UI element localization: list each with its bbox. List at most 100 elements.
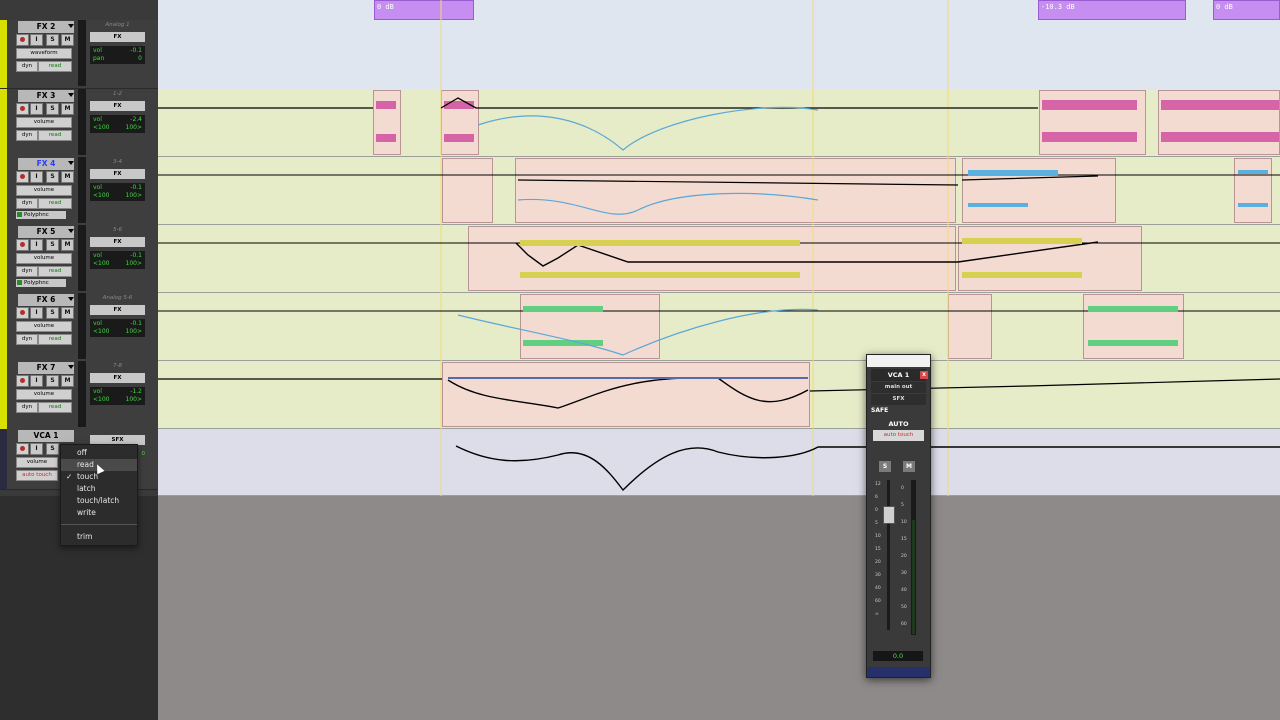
- record-button[interactable]: [16, 307, 29, 319]
- automation-mode-selector[interactable]: auto touch: [873, 430, 924, 441]
- solo-button[interactable]: S: [879, 461, 891, 472]
- mute-button[interactable]: M: [61, 239, 74, 251]
- track-header[interactable]: FX 3 I S M volume dyn read 1-2 FX vol -2.…: [0, 89, 158, 158]
- track-view-selector[interactable]: volume: [16, 253, 72, 264]
- mute-button[interactable]: M: [61, 103, 74, 115]
- output-selector[interactable]: main out: [871, 382, 926, 393]
- vol-pan-display[interactable]: vol -0.1 <100 100>: [90, 251, 145, 269]
- input-monitor-button[interactable]: I: [30, 239, 43, 251]
- input-monitor-button[interactable]: I: [30, 375, 43, 387]
- dyn-button[interactable]: dyn: [16, 402, 38, 413]
- mute-button[interactable]: M: [61, 34, 74, 46]
- track-menu-arrow-icon[interactable]: [68, 161, 74, 165]
- track-header[interactable]: FX 6 I S M volume dyn read Analog 5-6 FX…: [0, 293, 158, 362]
- menu-item-off[interactable]: off: [61, 447, 137, 459]
- solo-button[interactable]: S: [46, 171, 59, 183]
- plugin-insert[interactable]: Polyphnc: [16, 279, 66, 287]
- track-name[interactable]: VCA 1: [18, 430, 74, 442]
- dyn-button[interactable]: dyn: [16, 61, 38, 72]
- mute-button[interactable]: M: [903, 461, 915, 472]
- menu-item-touch-latch[interactable]: touch/latch: [61, 495, 137, 507]
- automation-mode-selector[interactable]: auto touch: [16, 470, 58, 481]
- record-button[interactable]: [16, 443, 29, 455]
- input-label[interactable]: Analog 1: [90, 22, 145, 30]
- mute-button[interactable]: M: [61, 307, 74, 319]
- output-selector[interactable]: FX: [90, 373, 145, 383]
- window-titlebar[interactable]: [867, 355, 930, 367]
- track-header[interactable]: FX 7 I S M volume dyn read 7-8 FX vol -1.…: [0, 361, 158, 430]
- record-button[interactable]: [16, 375, 29, 387]
- track-name[interactable]: FX 7: [18, 362, 74, 374]
- output-selector[interactable]: FX: [90, 169, 145, 179]
- fader-knob[interactable]: [883, 506, 895, 524]
- close-icon[interactable]: x: [920, 371, 928, 379]
- track-view-selector[interactable]: volume: [16, 389, 72, 400]
- output-selector[interactable]: FX: [90, 305, 145, 315]
- input-monitor-button[interactable]: I: [30, 171, 43, 183]
- mute-button[interactable]: M: [61, 171, 74, 183]
- output-selector[interactable]: FX: [90, 32, 145, 42]
- track-name[interactable]: FX 5: [18, 226, 74, 238]
- vol-pan-display[interactable]: vol -0.1 <100 100>: [90, 319, 145, 337]
- output-selector[interactable]: FX: [90, 101, 145, 111]
- vol-pan-display[interactable]: vol -1.2 <100 100>: [90, 387, 145, 405]
- fader-readout[interactable]: 0.0: [873, 651, 923, 661]
- solo-button[interactable]: S: [46, 34, 59, 46]
- track-menu-arrow-icon[interactable]: [68, 24, 74, 28]
- plugin-insert[interactable]: Polyphnc: [16, 211, 66, 219]
- input-monitor-button[interactable]: I: [30, 443, 43, 455]
- safe-button[interactable]: SAFE: [871, 407, 926, 414]
- menu-item-trim[interactable]: trim: [61, 531, 137, 543]
- vca-output-window[interactable]: VCA 1 x main out SFX SAFE AUTO auto touc…: [866, 354, 931, 678]
- record-button[interactable]: [16, 34, 29, 46]
- solo-button[interactable]: S: [46, 239, 59, 251]
- track-view-selector[interactable]: volume: [16, 117, 72, 128]
- track-name[interactable]: FX 2: [18, 21, 74, 33]
- track-view-selector[interactable]: volume: [16, 185, 72, 196]
- track-view-selector[interactable]: waveform: [16, 48, 72, 59]
- input-label[interactable]: 3-4: [90, 159, 145, 167]
- track-menu-arrow-icon[interactable]: [68, 365, 74, 369]
- vol-pan-display[interactable]: vol -0.1 pan 0: [90, 46, 145, 64]
- track-header[interactable]: FX 2 I S M waveform dyn read Analog 1 FX…: [0, 20, 158, 89]
- dyn-button[interactable]: dyn: [16, 334, 38, 345]
- dyn-button[interactable]: dyn: [16, 130, 38, 141]
- track-view-selector[interactable]: volume: [16, 321, 72, 332]
- track-name[interactable]: FX 6: [18, 294, 74, 306]
- vol-pan-display[interactable]: vol -2.4 <100 100>: [90, 115, 145, 133]
- input-monitor-button[interactable]: I: [30, 34, 43, 46]
- menu-item-latch[interactable]: latch: [61, 483, 137, 495]
- track-menu-arrow-icon[interactable]: [68, 297, 74, 301]
- input-label[interactable]: 5-6: [90, 227, 145, 235]
- solo-button[interactable]: S: [46, 443, 59, 455]
- solo-button[interactable]: S: [46, 307, 59, 319]
- track-view-selector[interactable]: volume: [16, 457, 58, 468]
- track-name[interactable]: FX 4: [18, 158, 74, 170]
- automation-mode-selector[interactable]: read: [38, 266, 72, 277]
- menu-item-write[interactable]: write: [61, 507, 137, 519]
- group-selector[interactable]: SFX: [871, 394, 926, 405]
- dyn-button[interactable]: dyn: [16, 198, 38, 209]
- track-menu-arrow-icon[interactable]: [68, 93, 74, 97]
- dyn-button[interactable]: dyn: [16, 266, 38, 277]
- automation-mode-selector[interactable]: read: [38, 402, 72, 413]
- input-monitor-button[interactable]: I: [30, 307, 43, 319]
- solo-button[interactable]: S: [46, 375, 59, 387]
- automation-mode-selector[interactable]: read: [38, 130, 72, 141]
- record-button[interactable]: [16, 239, 29, 251]
- automation-mode-selector[interactable]: read: [38, 334, 72, 345]
- input-label[interactable]: 1-2: [90, 91, 145, 99]
- track-menu-arrow-icon[interactable]: [68, 229, 74, 233]
- record-button[interactable]: [16, 171, 29, 183]
- input-monitor-button[interactable]: I: [30, 103, 43, 115]
- record-button[interactable]: [16, 103, 29, 115]
- track-header[interactable]: FX 4 I S M volume dyn read 3-4 FX vol -0.…: [0, 157, 158, 226]
- input-label[interactable]: 7-8: [90, 363, 145, 371]
- input-label[interactable]: Analog 5-6: [90, 295, 145, 303]
- track-name[interactable]: FX 3: [18, 90, 74, 102]
- solo-button[interactable]: S: [46, 103, 59, 115]
- track-header[interactable]: FX 5 I S M volume dyn read 5-6 FX vol -0.…: [0, 225, 158, 294]
- automation-mode-selector[interactable]: read: [38, 61, 72, 72]
- automation-mode-selector[interactable]: read: [38, 198, 72, 209]
- vol-pan-display[interactable]: vol -0.1 <100 100>: [90, 183, 145, 201]
